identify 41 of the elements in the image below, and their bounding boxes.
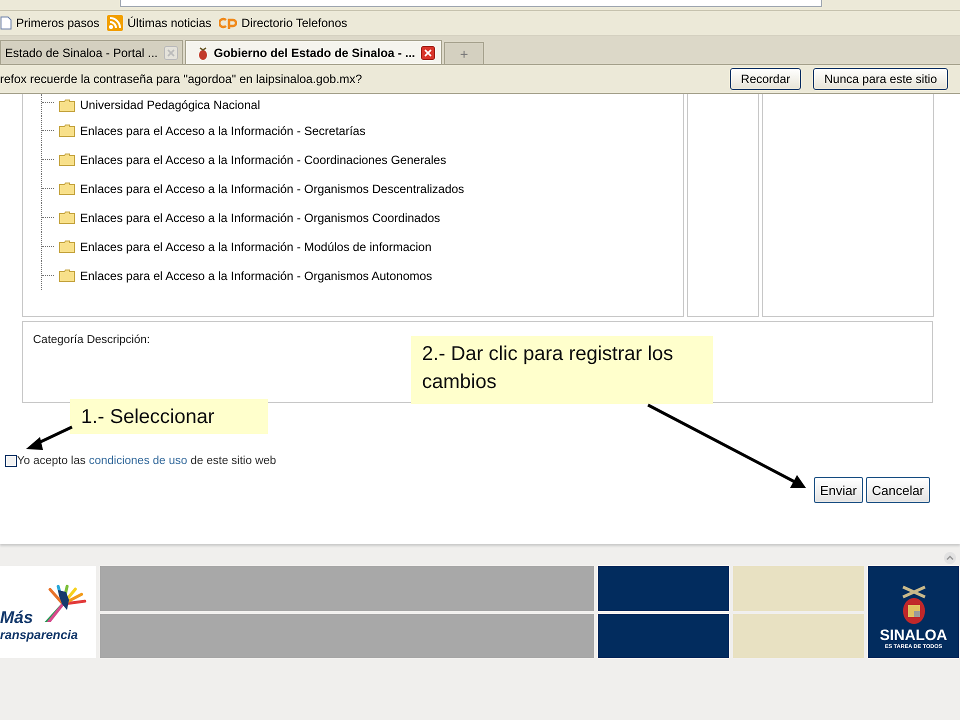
bookmark-link[interactable]: Directorio Telefonos: [241, 16, 348, 30]
password-prompt: refox recuerde la contraseña para "agordoa" en laipsinaloa.gob.mx?: [0, 72, 364, 86]
prompt-button[interactable]: Recordar: [730, 68, 802, 90]
form-button[interactable]: Cancelar: [866, 477, 930, 503]
bookmark-link[interactable]: Primeros pasos: [16, 16, 100, 30]
feed-icon: [107, 15, 124, 31]
tree-item[interactable]: Universidad Pedagógica Nacional: [80, 98, 260, 112]
tree-item[interactable]: Enlaces para el Acceso a la Información - Modúlos de informacion: [80, 240, 432, 254]
description-label: Categoría Descripción:: [33, 334, 150, 346]
logo-subtitle: ransparencia: [0, 628, 78, 642]
terms-checkbox[interactable]: [5, 455, 17, 467]
form-button[interactable]: Enviar: [814, 477, 863, 503]
callout-note: 2.- Dar clic para registrar los cambios: [411, 336, 713, 404]
seal-icon: [198, 44, 208, 60]
folder-icon: [59, 269, 75, 282]
scroll-up-icon[interactable]: [944, 552, 956, 564]
tree-item[interactable]: Enlaces para el Acceso a la Información - Organismos Coordinados: [80, 210, 440, 224]
browser-tab[interactable]: Estado de Sinaloa - Portal ...: [0, 40, 183, 64]
folder-icon: [59, 211, 75, 224]
prompt-button[interactable]: Nunca para este sitio: [813, 68, 948, 90]
page-icon: [0, 16, 12, 30]
folder-icon: [59, 124, 75, 137]
seal-title: SINALOA: [880, 627, 948, 644]
address-field[interactable]: [120, 0, 822, 7]
arrow: [26, 426, 73, 450]
callout-note: 1.- Seleccionar: [70, 399, 268, 434]
logo-title: Más: [0, 608, 34, 628]
cp-logo-icon: [219, 16, 238, 30]
tree-item[interactable]: Enlaces para el Acceso a la Información - Organismos Autonomos: [80, 268, 432, 282]
tree-item[interactable]: Enlaces para el Acceso a la Información - Coordinaciones Generales: [80, 152, 446, 166]
terms-text: Yo acepto las condiciones de uso de este sitio web: [17, 455, 276, 467]
tree-item[interactable]: Enlaces para el Acceso a la Información - Organismos Descentralizados: [80, 182, 464, 196]
folder-icon: [59, 240, 75, 253]
folder-icon: [59, 98, 75, 112]
close-icon[interactable]: [421, 46, 436, 60]
terms-link[interactable]: condiciones de uso: [88, 455, 188, 467]
tree-item[interactable]: Enlaces para el Acceso a la Información - Secretarías: [80, 124, 366, 138]
browser-tab[interactable]: Gobierno del Estado de Sinaloa - ...: [184, 40, 442, 64]
bookmark-link[interactable]: Últimas noticias: [127, 16, 212, 30]
folder-icon: [59, 153, 75, 166]
folder-icon: [59, 182, 75, 195]
